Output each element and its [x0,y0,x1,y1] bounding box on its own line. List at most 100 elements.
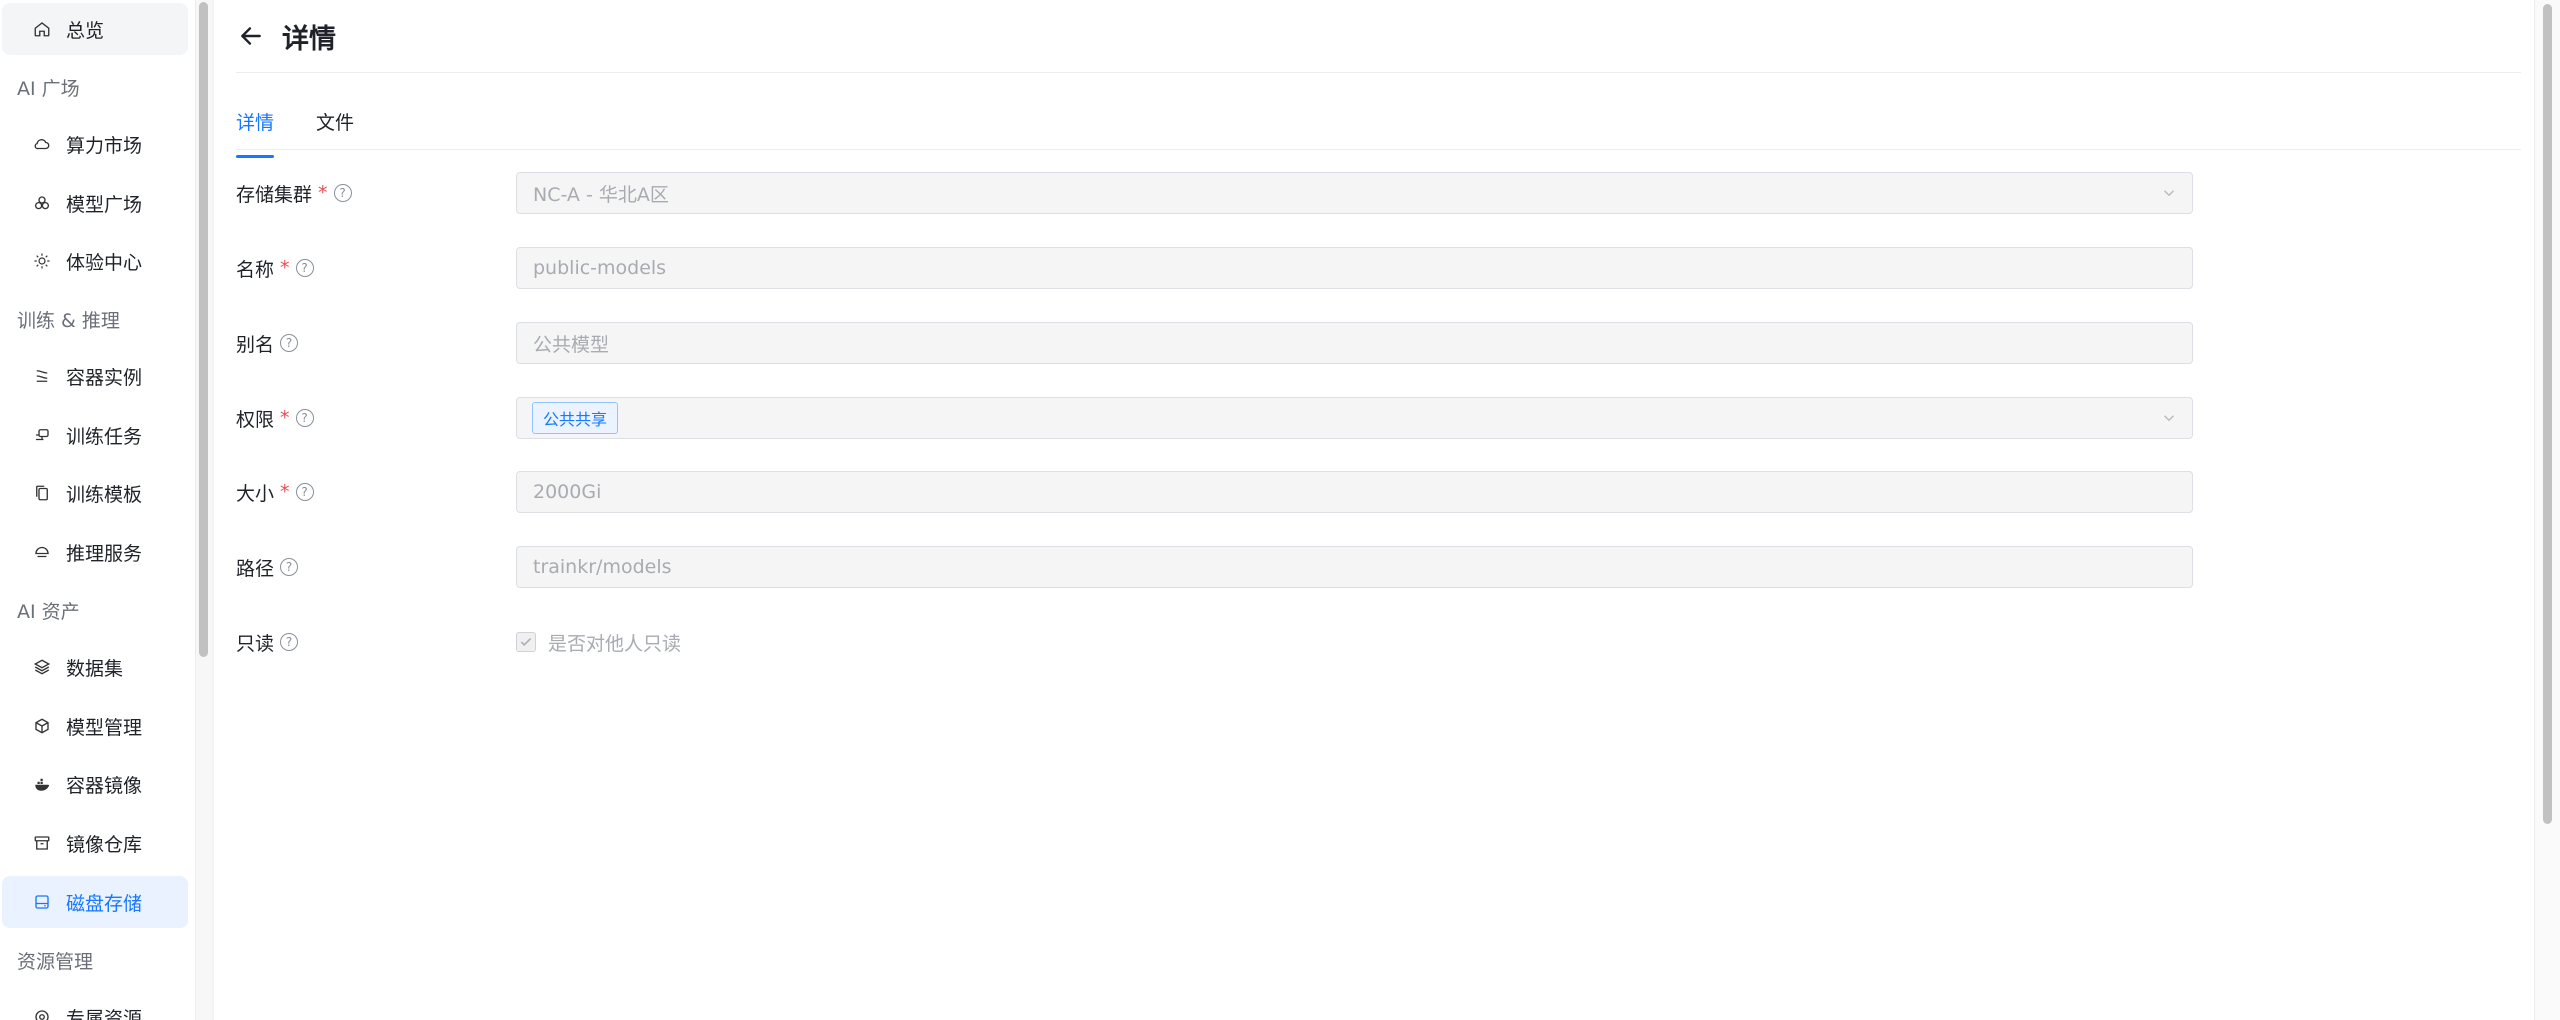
cluster-label: 存储集群 * ? [236,180,516,207]
help-icon[interactable]: ? [280,558,299,576]
field-label: 名称 [236,258,275,281]
form-row-name: 名称 * ? public-models [236,246,2416,290]
sidebar: 总览 AI 广场 算力市场 模型广场 体验中心 训练 & 推理 容器实例 训练任… [0,0,195,1020]
alias-input[interactable]: 公共模型 [516,322,2193,364]
nav-group-training: 训练 & 推理 [17,310,120,332]
sidebar-item-experience-center[interactable]: 体验中心 [2,235,188,287]
cube-icon [32,716,52,736]
cloud-icon [32,134,52,154]
sidebar-item-label: 磁盘存储 [66,892,143,915]
field-label: 权限 [236,408,275,431]
terminal-icon [32,366,52,386]
sidebar-item-label: 容器镜像 [66,774,143,797]
size-input[interactable]: 2000Gi [516,471,2193,513]
layers-icon [32,657,52,677]
circles-icon [32,193,52,213]
tab-label: 详情 [236,112,275,134]
help-icon[interactable]: ? [280,633,299,651]
sidebar-item-label: 算力市场 [66,134,143,157]
field-label: 路径 [236,557,275,580]
whale-icon [32,774,52,794]
sidebar-item-label: 数据集 [66,657,124,680]
page-header: 详情 [236,0,2521,73]
sidebar-item-label: 专属资源 [66,1007,143,1020]
sidebar-item-overview[interactable]: 总览 [2,3,188,55]
required-mark: * [280,481,290,503]
sidebar-item-image-repository[interactable]: 镜像仓库 [2,817,188,869]
form-row-permission: 权限 * ? 公共共享 [236,396,2416,440]
permission-tag: 公共共享 [532,402,619,434]
readonly-checkbox[interactable] [516,632,536,652]
nav-group-resource-mgmt: 资源管理 [17,951,94,973]
tab-details[interactable]: 详情 [236,108,275,158]
sidebar-item-label: 镜像仓库 [66,833,143,856]
field-label: 别名 [236,333,275,356]
help-icon[interactable]: ? [333,184,352,202]
nav-group-ai-assets: AI 资产 [17,601,80,623]
help-icon[interactable]: ? [295,259,314,277]
sidebar-item-label: 训练任务 [66,425,143,448]
sidebar-item-training-template[interactable]: 训练模板 [2,467,188,519]
required-mark: * [280,407,290,429]
readonly-checkbox-wrap[interactable]: 是否对他人只读 [516,629,681,656]
form-row-cluster: 存储集群 * ? NC-A - 华北A区 [236,171,2416,215]
sidebar-item-container-instance[interactable]: 容器实例 [2,350,188,402]
sidebar-item-label: 容器实例 [66,366,143,389]
field-label: 只读 [236,632,275,655]
form-row-alias: 别名 ? 公共模型 [236,321,2416,365]
sidebar-item-dedicated-resource[interactable]: 专属资源 [2,991,188,1020]
readonly-label: 只读 ? [236,629,516,656]
cluster-select[interactable]: NC-A - 华北A区 [516,172,2193,214]
main-scrollbar-thumb[interactable] [2543,4,2552,824]
sidebar-item-label: 体验中心 [66,251,143,274]
tab-bar: 详情 文件 [236,100,2521,158]
chevron-down-icon [2163,415,2175,422]
alias-label: 别名 ? [236,330,516,357]
sidebar-item-inference-service[interactable]: 推理服务 [2,526,188,578]
size-value: 2000Gi [533,481,602,503]
help-icon[interactable]: ? [295,483,314,501]
path-input[interactable]: trainkr/models [516,546,2193,588]
sidebar-item-model-management[interactable]: 模型管理 [2,700,188,752]
back-arrow-icon[interactable] [236,21,266,51]
robot-icon [32,425,52,445]
tab-label: 文件 [316,112,355,134]
sun-icon [32,251,52,271]
field-label: 大小 [236,482,275,505]
sidebar-item-label: 模型管理 [66,716,143,739]
sidebar-item-training-task[interactable]: 训练任务 [2,409,188,461]
form-row-readonly: 只读 ? 是否对他人只读 [236,620,2416,664]
sidebar-item-model-plaza[interactable]: 模型广场 [2,177,188,229]
help-icon[interactable]: ? [295,409,314,427]
form-row-size: 大小 * ? 2000Gi [236,470,2416,514]
tab-files[interactable]: 文件 [316,108,354,148]
required-mark: * [280,257,290,279]
path-value: trainkr/models [533,556,672,578]
disk-icon [32,892,52,912]
nav-group-ai-plaza: AI 广场 [17,78,80,100]
sidebar-scrollbar-thumb[interactable] [199,2,208,657]
gear-icon [32,1007,52,1020]
help-icon[interactable]: ? [280,334,299,352]
alias-value: 公共模型 [533,333,610,356]
sidebar-item-label: 训练模板 [66,483,143,506]
permission-label: 权限 * ? [236,405,516,432]
size-label: 大小 * ? [236,479,516,506]
required-mark: * [318,182,328,204]
sidebar-item-label: 总览 [66,19,105,42]
name-label: 名称 * ? [236,255,516,282]
checkbox-label: 是否对他人只读 [548,632,682,655]
sidebar-item-dataset[interactable]: 数据集 [2,641,188,693]
copy-icon [32,483,52,503]
name-input[interactable]: public-models [516,247,2193,289]
sidebar-item-compute-market[interactable]: 算力市场 [2,118,188,170]
field-label: 存储集群 [236,183,313,206]
permission-select[interactable]: 公共共享 [516,397,2193,439]
form-row-path: 路径 ? trainkr/models [236,545,2416,589]
sidebar-item-disk-storage[interactable]: 磁盘存储 [2,876,188,928]
bowl-icon [32,542,52,562]
cluster-value: NC-A - 华北A区 [533,183,669,206]
sidebar-item-container-image[interactable]: 容器镜像 [2,758,188,810]
name-value: public-models [533,257,667,279]
sidebar-item-label: 模型广场 [66,193,143,216]
